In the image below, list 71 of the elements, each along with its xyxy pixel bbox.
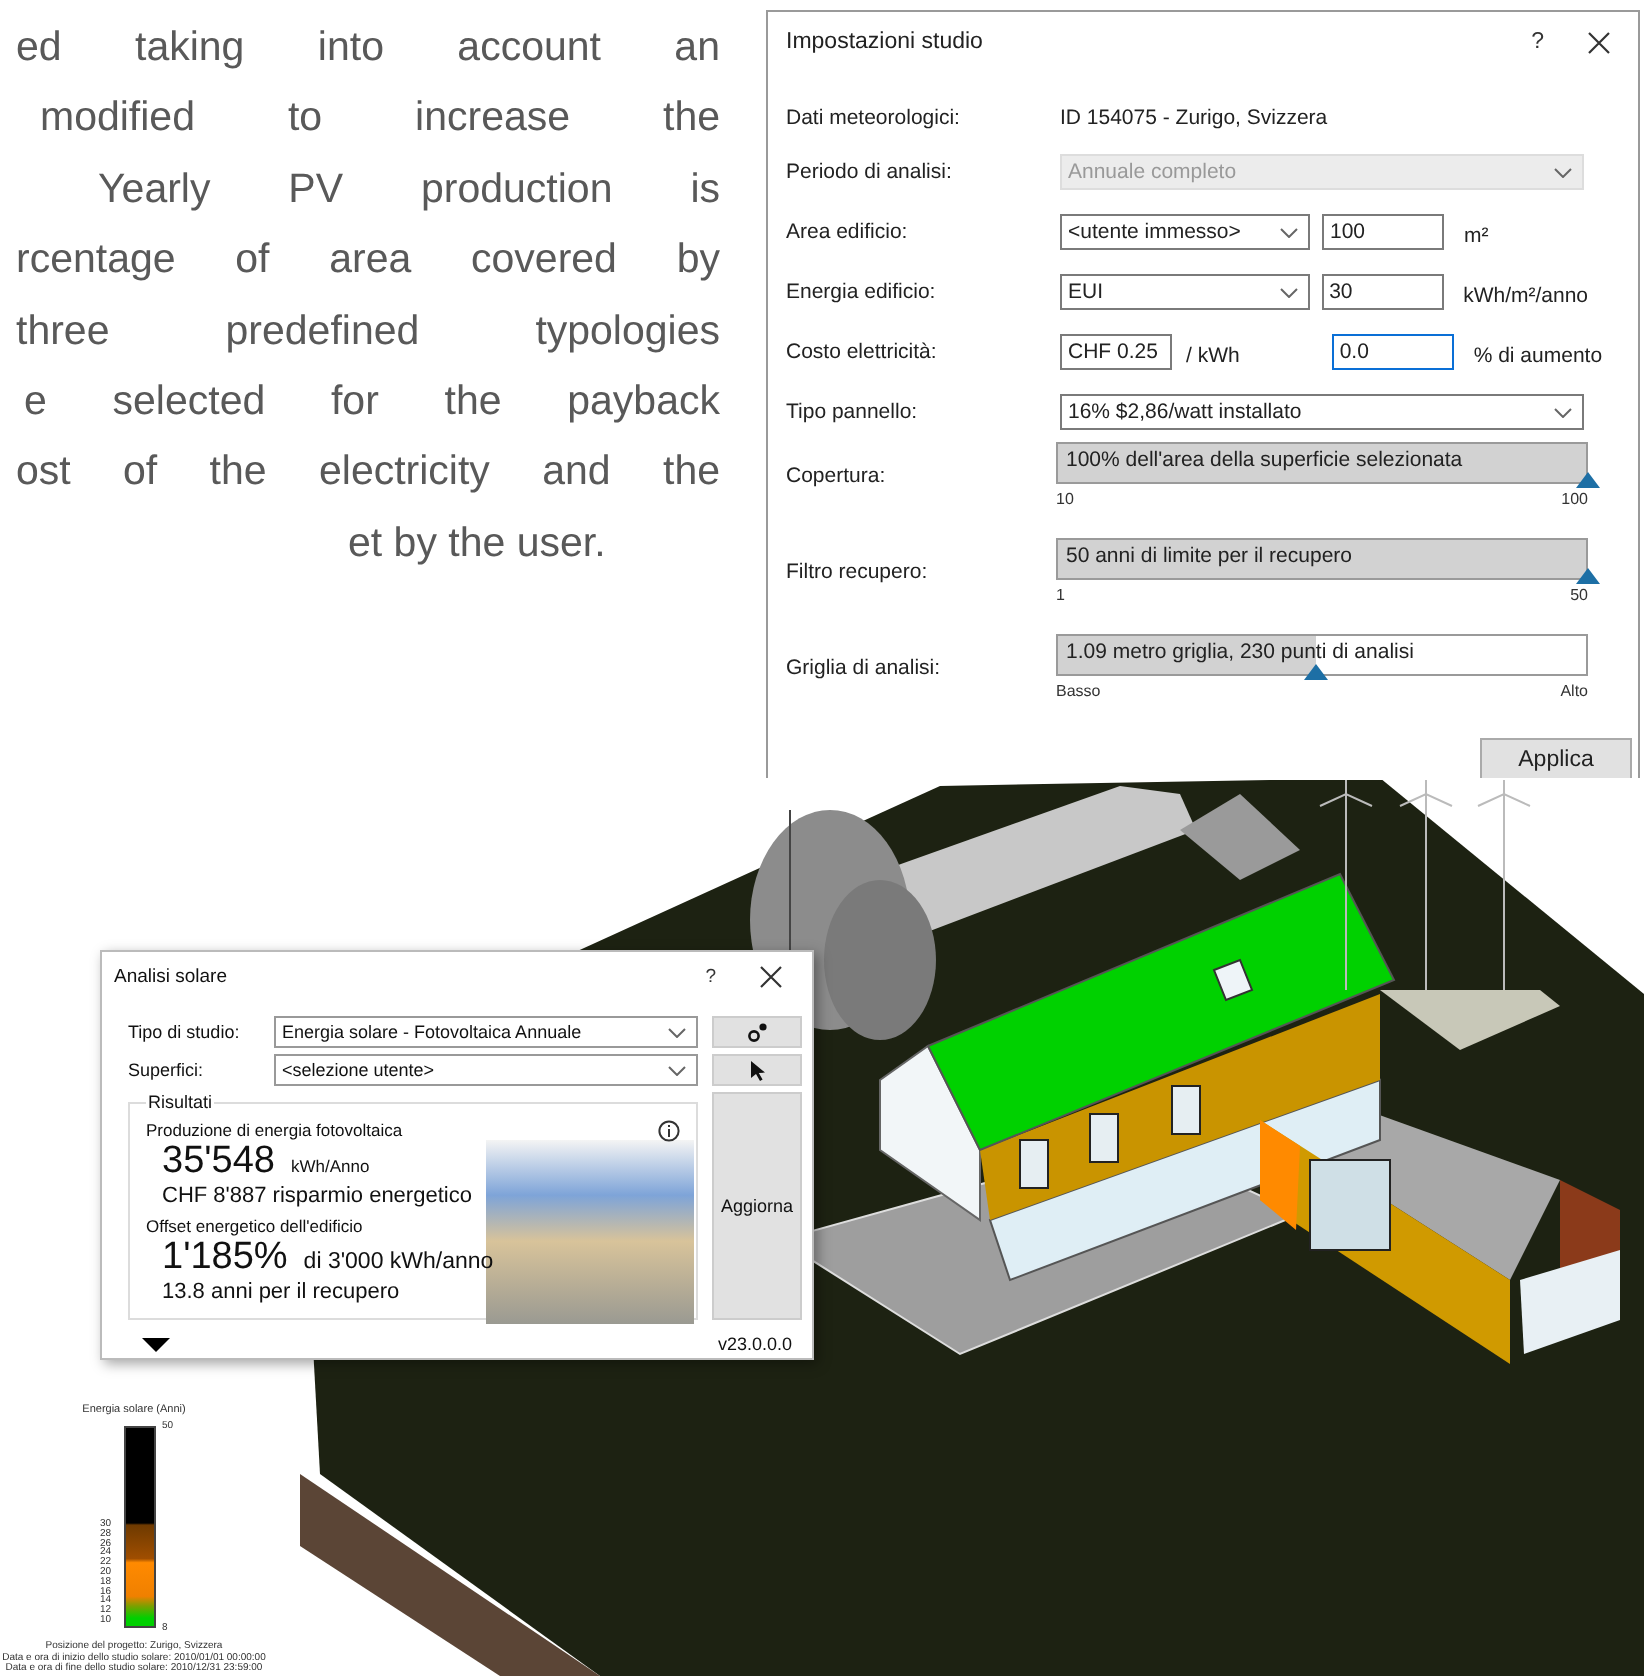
slider-track[interactable]: 100% dell'area della superficie selezionata xyxy=(1056,442,1588,484)
slider-max-label: 100 xyxy=(1561,490,1588,508)
field-label: Filtro recupero: xyxy=(786,560,930,584)
version-label: v23.0.0.0 xyxy=(717,1334,792,1354)
slider-min-label: 1 xyxy=(1056,586,1065,604)
slider-thumb[interactable] xyxy=(1304,664,1329,680)
field-label: Area edificio: xyxy=(786,220,910,244)
cursor-icon xyxy=(749,1059,765,1081)
slider-value: 100% dell'area della superficie selezionata xyxy=(1064,446,1463,472)
chevron-down-icon xyxy=(1554,407,1572,417)
field-label: Energia edificio: xyxy=(786,280,938,304)
field-label: Periodo di analisi: xyxy=(786,160,954,184)
dropdown[interactable]: <selezione utente> xyxy=(274,1054,698,1086)
chevron-down-icon xyxy=(1280,227,1298,237)
apply-button[interactable]: Applica xyxy=(1480,738,1632,778)
field-value: ID 154075 - Zurigo, Svizzera xyxy=(1060,105,1328,129)
group-title: Risultati xyxy=(146,1092,215,1112)
slider-track[interactable]: 1.09 metro griglia, 230 punti di analisi xyxy=(1056,634,1588,676)
select-button[interactable] xyxy=(712,1054,802,1086)
result-label: Produzione di energia fotovoltaica xyxy=(146,1120,403,1140)
slider-min-label: Basso xyxy=(1056,682,1101,700)
close-icon xyxy=(760,965,782,987)
unit-label: m² xyxy=(1464,223,1489,247)
field-label: Copertura: xyxy=(786,464,888,488)
unit-label: kWh/Anno xyxy=(290,1156,370,1176)
dialog-title: Impostazioni studio xyxy=(786,30,983,54)
field-label: Dati meteorologici: xyxy=(786,105,962,129)
close-icon xyxy=(1588,31,1610,53)
slider-min-label: 10 xyxy=(1056,490,1074,508)
update-button[interactable]: Aggiorna xyxy=(712,1092,802,1320)
help-button[interactable]: ? xyxy=(1531,30,1544,54)
dialog-title: Analisi solare xyxy=(114,965,227,987)
slider-max-label: Alto xyxy=(1560,682,1588,700)
unit-label: kWh/m²/anno xyxy=(1463,283,1588,307)
result-text: di 3'000 kWh/anno xyxy=(303,1250,494,1274)
chevron-down-icon xyxy=(668,1027,686,1037)
chevron-down-icon xyxy=(668,1065,686,1075)
result-value: 35'548 xyxy=(162,1140,275,1184)
unit-label: / kWh xyxy=(1186,343,1240,367)
input-field[interactable]: 100 xyxy=(1322,214,1444,250)
chevron-down-icon xyxy=(1279,287,1298,297)
input-field[interactable]: 30 xyxy=(1321,274,1444,310)
field-label: Tipo di studio: xyxy=(128,1022,242,1042)
result-text: 13.8 anni per il recupero xyxy=(162,1280,402,1304)
slider-value: 50 anni di limite per il recupero xyxy=(1064,542,1352,568)
field-label: Costo elettricità: xyxy=(786,340,939,364)
slider-value: 1.09 metro griglia, 230 punti di analisi xyxy=(1064,638,1414,664)
slider-thumb[interactable] xyxy=(1576,472,1600,488)
unit-label: % di aumento xyxy=(1473,343,1603,367)
input-field[interactable]: 0.0 xyxy=(1331,334,1454,370)
nodes-icon xyxy=(747,1022,767,1042)
dropdown[interactable]: EUI xyxy=(1060,274,1310,310)
dropdown[interactable]: Energia solare - Fotovoltaica Annuale xyxy=(274,1016,698,1048)
expand-arrow-icon[interactable] xyxy=(142,1337,170,1351)
input-field[interactable]: CHF 0.25 xyxy=(1060,334,1172,370)
field-label: Superfici: xyxy=(128,1060,206,1080)
slider-thumb[interactable] xyxy=(1576,568,1600,584)
settings-button[interactable] xyxy=(712,1016,802,1048)
dropdown[interactable]: <utente immesso> xyxy=(1060,214,1310,250)
chevron-down-icon xyxy=(1554,167,1572,177)
result-text: CHF 8'887 risparmio energetico xyxy=(162,1184,474,1208)
article-paragraph: ed taking into account an modified to increase the Yearly PV production is rcentage of area covered by three predefined typologies e selected for the payback ost of the electricity and the et by the user. xyxy=(14,22,720,570)
help-button[interactable]: ? xyxy=(705,965,716,987)
field-label: Griglia di analisi: xyxy=(786,656,943,680)
field-label: Tipo pannello: xyxy=(786,400,920,424)
result-label: Offset energetico dell'edificio xyxy=(146,1216,363,1236)
dropdown[interactable]: 16% $2,86/watt installato xyxy=(1060,394,1584,430)
slider-max-label: 50 xyxy=(1570,586,1588,604)
slider-track[interactable]: 50 anni di limite per il recupero xyxy=(1056,538,1588,580)
info-icon xyxy=(658,1120,680,1142)
result-value: 1'185% xyxy=(162,1236,288,1280)
